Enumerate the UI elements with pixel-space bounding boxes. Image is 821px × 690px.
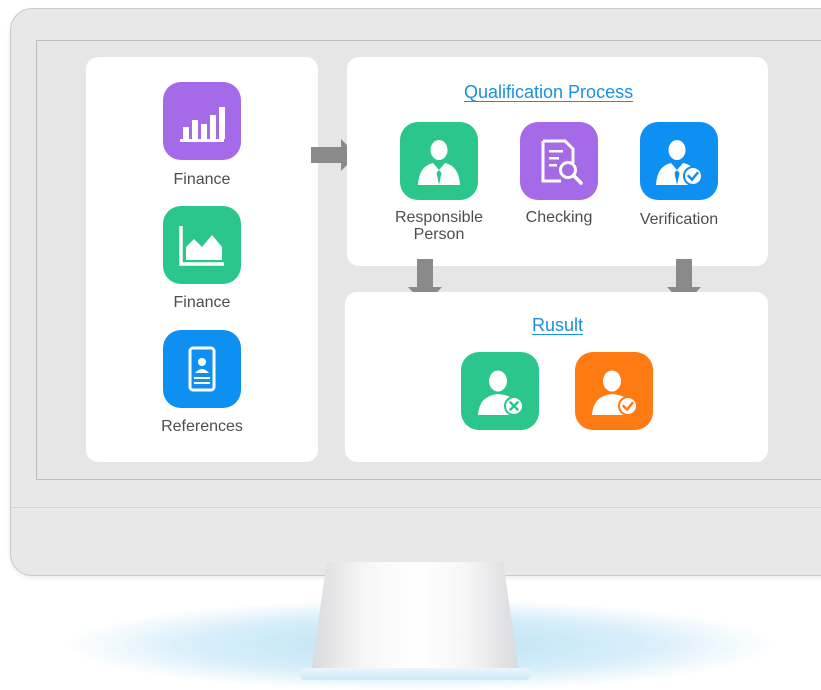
person-rejected-icon	[478, 370, 524, 416]
finance-area-tile	[163, 206, 241, 284]
approved-tile	[575, 352, 653, 430]
source-label: References	[161, 418, 243, 435]
verification-tile	[640, 122, 718, 200]
step-label: Checking	[525, 209, 593, 226]
checking-tile	[520, 122, 598, 200]
id-card-icon	[188, 346, 216, 392]
rejected-tile	[461, 352, 539, 430]
area-chart-icon	[179, 226, 224, 266]
finance-bar-tile	[163, 82, 241, 160]
step-label: Responsible Person	[394, 209, 484, 243]
monitor-stand-base	[300, 668, 530, 680]
result-title: Rusult	[532, 315, 584, 335]
source-label: Finance	[173, 171, 231, 188]
source-label: Finance	[173, 294, 231, 311]
references-tile	[163, 330, 241, 408]
person-check-icon	[656, 140, 703, 186]
process-title: Qualification Process	[464, 82, 634, 102]
person-icon	[418, 140, 460, 185]
monitor-chin-divider	[11, 507, 821, 508]
document-search-icon	[541, 139, 583, 185]
person-approved-icon	[592, 370, 638, 416]
bar-chart-icon	[180, 107, 225, 142]
step-label: Verification	[639, 211, 719, 228]
monitor-stand	[310, 562, 520, 680]
responsible-person-tile	[400, 122, 478, 200]
